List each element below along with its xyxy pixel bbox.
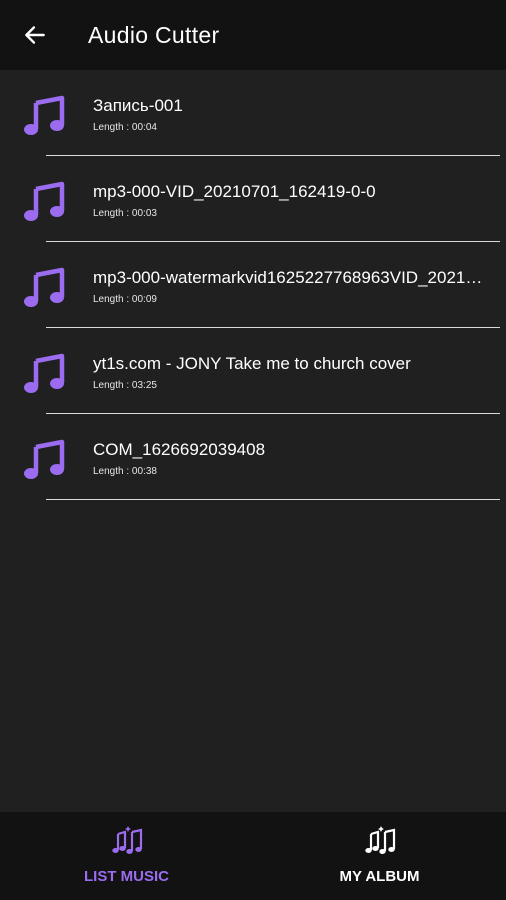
song-item[interactable]: COM_1626692039408 Length : 00:38: [0, 414, 506, 500]
song-title: COM_1626692039408: [93, 440, 266, 459]
tab-list-music[interactable]: LIST MUSIC: [0, 812, 253, 900]
music-notes-icon: [111, 826, 142, 854]
song-title: mp3-000-VID_20210701_162419-0-0: [93, 182, 376, 201]
divider: [46, 498, 500, 500]
bottom-navigation: LIST MUSIC MY ALBUM: [0, 812, 506, 900]
app-bar: Audio Cutter: [0, 0, 506, 70]
song-length: Length : 00:04: [93, 122, 157, 133]
song-length: Length : 03:25: [93, 380, 157, 391]
music-note-icon: [24, 353, 65, 393]
music-note-icon: [24, 181, 65, 221]
tab-label: LIST MUSIC: [84, 868, 169, 885]
page-title: Audio Cutter: [88, 21, 220, 48]
song-item[interactable]: mp3-000-watermarkvid1625227768963VID_202…: [0, 242, 506, 328]
song-title: yt1s.com - JONY Take me to church cover: [93, 354, 411, 373]
music-note-icon: [24, 95, 65, 135]
song-title: mp3-000-watermarkvid1625227768963VID_202…: [93, 268, 489, 287]
arrow-left-icon: [25, 26, 45, 44]
song-length: Length : 00:03: [93, 208, 157, 219]
music-note-icon: [24, 267, 65, 307]
song-item[interactable]: yt1s.com - JONY Take me to church cover …: [0, 328, 506, 414]
song-title: Запись-001: [93, 96, 183, 115]
tab-label: MY ALBUM: [339, 868, 420, 885]
song-length: Length : 00:09: [93, 294, 157, 305]
song-item[interactable]: Запись-001 Length : 00:04: [0, 70, 506, 156]
song-list: Запись-001 Length : 00:04 mp3-000-VID_20…: [0, 70, 506, 500]
song-item[interactable]: mp3-000-VID_20210701_162419-0-0 Length :…: [0, 156, 506, 242]
song-length: Length : 00:38: [93, 466, 157, 477]
tab-my-album[interactable]: MY ALBUM: [253, 812, 506, 900]
music-note-icon: [24, 439, 65, 479]
app-screen: Audio Cutter Запись-001 Length : 00:04 m…: [0, 0, 506, 900]
music-notes-icon: [364, 826, 395, 854]
back-button[interactable]: [0, 0, 70, 70]
